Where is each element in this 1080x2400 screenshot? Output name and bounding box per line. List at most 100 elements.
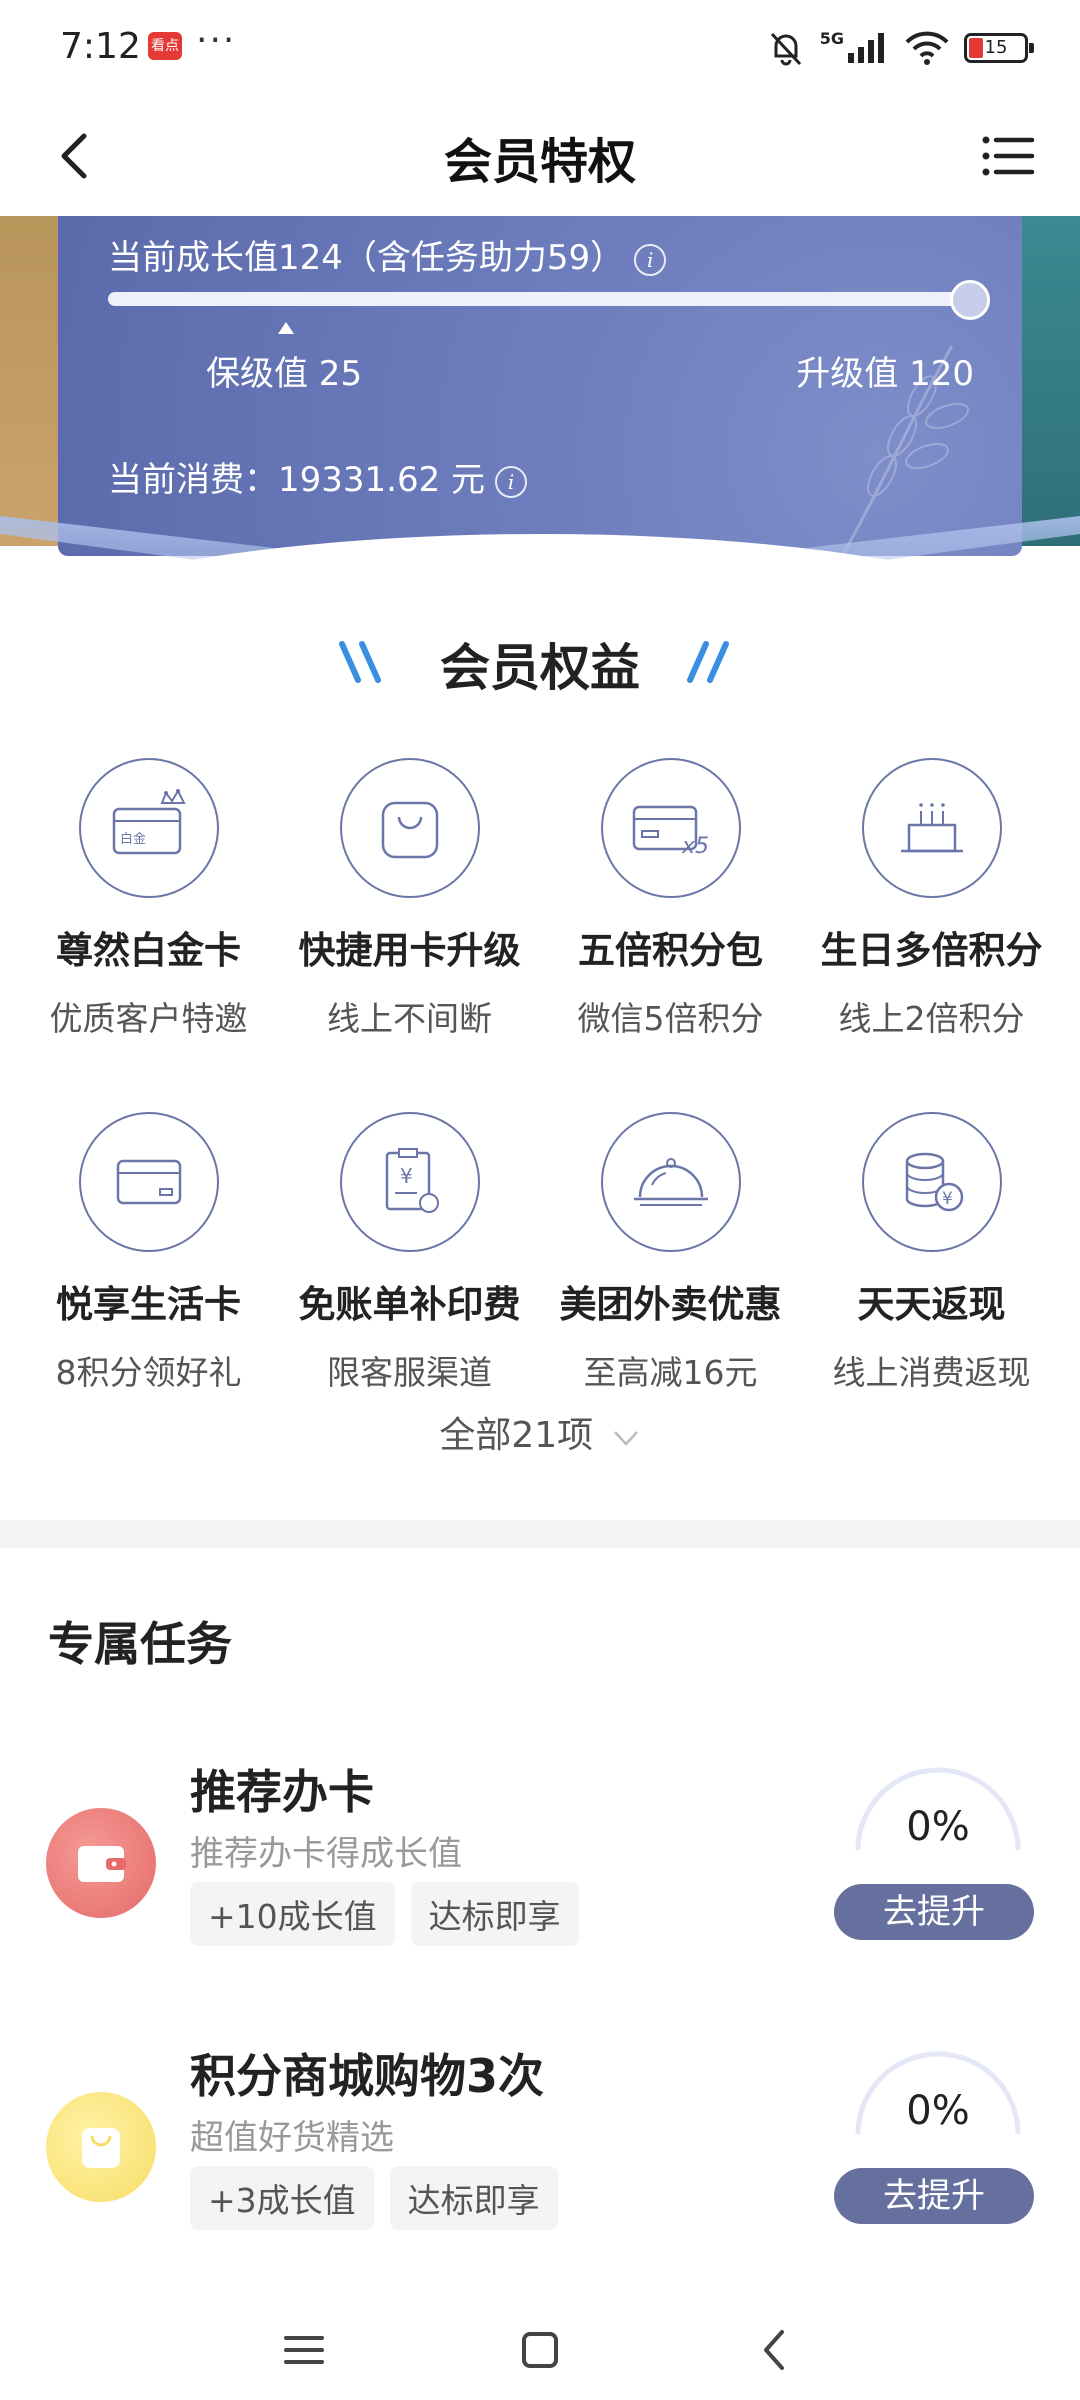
status-time: 7:12 <box>60 26 141 67</box>
shopping-bag-icon <box>381 801 438 859</box>
benefit-subtitle: 微信5倍积分 <box>577 999 764 1038</box>
benefit-title: 天天返现 <box>857 1283 1006 1326</box>
benefit-icon-circle: ¥ <box>861 1112 1002 1252</box>
benefit-icon-circle <box>78 1112 219 1252</box>
benefit-title: 五倍积分包 <box>578 929 763 972</box>
battery-level: 15 <box>984 37 1008 58</box>
view-all-label: 全部21项 <box>439 1415 594 1456</box>
task-subtitle: 超值好货精选 <box>190 2118 394 2158</box>
benefit-item[interactable]: x5 五倍积分包 微信5倍积分 <box>540 758 801 1088</box>
home-icon[interactable] <box>504 2314 576 2386</box>
currency-symbol: ¥ <box>400 1164 413 1188</box>
currency-symbol: ¥ <box>942 1189 953 1209</box>
benefit-subtitle: 线上消费返现 <box>832 1353 1031 1392</box>
nav-bar: 会员特权 <box>0 96 1080 216</box>
system-nav-bar <box>0 2300 1080 2400</box>
benefits-grid: 白金 尊然白金卡 优质客户特邀 快捷用卡升级 线上不间断 x5 五倍积分包 微信… <box>18 758 1062 1442</box>
task-title: 推荐办卡 <box>190 1765 374 1819</box>
benefit-item[interactable]: 白金 尊然白金卡 优质客户特邀 <box>18 758 279 1088</box>
benefit-icon-circle: ¥ <box>339 1112 480 1252</box>
info-icon[interactable]: i <box>495 465 528 498</box>
shopping-bag-icon <box>82 2128 120 2168</box>
benefit-item[interactable]: 快捷用卡升级 线上不间断 <box>279 758 540 1088</box>
benefit-title: 生日多倍积分 <box>820 929 1043 972</box>
multiplier-badge: x5 <box>681 834 709 859</box>
next-card-edge[interactable] <box>1018 216 1080 546</box>
growth-progress-knob <box>950 280 990 320</box>
keep-level-marker-icon <box>278 322 294 334</box>
task-progress-percent: 0% <box>906 1804 970 1850</box>
current-growth-text: 当前成长值124（含任务助力59） <box>108 238 625 278</box>
food-cloche-icon <box>633 1158 708 1206</box>
benefit-icon-circle <box>861 758 1002 898</box>
wallet-icon <box>78 1846 126 1882</box>
tasks-title: 专属任务 <box>48 1617 232 1671</box>
benefit-subtitle: 限客服渠道 <box>327 1353 492 1392</box>
boost-button[interactable]: 去提升 <box>834 2168 1034 2224</box>
card-x5-icon: x5 <box>632 805 709 859</box>
battery-icon: 15 <box>964 33 1034 63</box>
network-type: 5G <box>819 28 844 48</box>
task-tags: +3成长值 达标即享 <box>190 2166 558 2230</box>
benefit-icon-circle: x5 <box>600 758 741 898</box>
benefit-icon-circle <box>339 758 480 898</box>
recent-apps-icon[interactable] <box>268 2314 340 2386</box>
upgrade-level-label: 升级值 120 <box>796 354 974 394</box>
current-spend: 当前消费：19331.62 元 i <box>108 452 528 501</box>
task-item: 积分商城购物3次 超值好货精选 +3成长值 达标即享 0% 去提升 <box>0 2040 1080 2280</box>
benefit-item[interactable]: ¥ 天天返现 线上消费返现 <box>801 1112 1062 1442</box>
task-progress-percent: 0% <box>906 2088 970 2134</box>
birthday-cake-icon <box>900 803 963 853</box>
current-growth-value: 当前成长值124（含任务助力59） i <box>108 230 667 279</box>
more-notifications-icon: ··· <box>196 20 237 61</box>
benefit-item[interactable]: 悦享生活卡 8积分领好礼 <box>18 1112 279 1442</box>
page-title: 会员特权 <box>443 134 636 190</box>
status-indicators: 5G 15 <box>766 28 1034 68</box>
status-bar: 7:12 看点 ··· 5G 15 <box>0 0 1080 96</box>
benefit-title: 美团外卖优惠 <box>559 1283 782 1326</box>
task-condition-tag: 达标即享 <box>410 1882 579 1946</box>
benefit-subtitle: 至高减16元 <box>583 1353 758 1392</box>
app-notification-icon: 看点 <box>148 32 182 60</box>
growth-card: 当前成长值124（含任务助力59） i 保级值 25 升级值 120 当前消费：1… <box>0 216 1080 606</box>
task-icon-circle <box>46 2092 156 2202</box>
task-condition-tag: 达标即享 <box>389 2166 558 2230</box>
life-card-icon <box>116 1159 181 1205</box>
task-icon-circle <box>46 1808 156 1918</box>
benefit-subtitle: 优质客户特邀 <box>49 999 248 1038</box>
platinum-card-icon: 白金 <box>112 788 186 855</box>
task-tags: +10成长值 达标即享 <box>190 1882 579 1946</box>
list-menu-icon[interactable] <box>972 120 1044 192</box>
bill-receipt-icon: ¥ <box>385 1148 439 1213</box>
chevron-down-icon <box>613 1431 638 1446</box>
mute-bell-icon <box>770 32 801 66</box>
benefit-title: 快捷用卡升级 <box>298 929 521 972</box>
benefit-icon-circle <box>600 1112 741 1252</box>
growth-progress-track <box>108 292 988 306</box>
boost-button[interactable]: 去提升 <box>834 1884 1034 1940</box>
card-text: 白金 <box>120 831 146 847</box>
benefit-item[interactable]: 生日多倍积分 线上2倍积分 <box>801 758 1062 1088</box>
section-divider <box>0 1520 1080 1548</box>
benefit-title: 免账单补印费 <box>298 1283 521 1326</box>
current-spend-text: 当前消费：19331.62 元 <box>108 460 486 500</box>
back-icon[interactable] <box>740 2314 812 2386</box>
info-icon[interactable]: i <box>634 243 667 276</box>
benefit-subtitle: 线上2倍积分 <box>838 999 1025 1038</box>
task-reward-tag: +10成长值 <box>190 1882 395 1946</box>
view-all-benefits[interactable]: 全部21项 <box>0 1406 1080 1458</box>
task-title: 积分商城购物3次 <box>190 2049 545 2103</box>
coin-stack-icon: ¥ <box>905 1152 963 1212</box>
title-decoration-right-icon <box>687 641 729 683</box>
benefit-icon-circle: 白金 <box>78 758 219 898</box>
benefit-subtitle: 线上不间断 <box>327 999 492 1038</box>
task-item: 推荐办卡 推荐办卡得成长值 +10成长值 达标即享 0% 去提升 <box>0 1756 1080 1996</box>
benefit-subtitle: 8积分领好礼 <box>55 1353 242 1392</box>
benefit-item[interactable]: 美团外卖优惠 至高减16元 <box>540 1112 801 1442</box>
task-reward-tag: +3成长值 <box>190 2166 374 2230</box>
signal-icon <box>848 33 884 63</box>
benefit-item[interactable]: ¥ 免账单补印费 限客服渠道 <box>279 1112 540 1442</box>
prev-card-edge[interactable] <box>0 216 62 546</box>
benefit-title: 尊然白金卡 <box>56 929 241 972</box>
task-subtitle: 推荐办卡得成长值 <box>190 1834 462 1874</box>
